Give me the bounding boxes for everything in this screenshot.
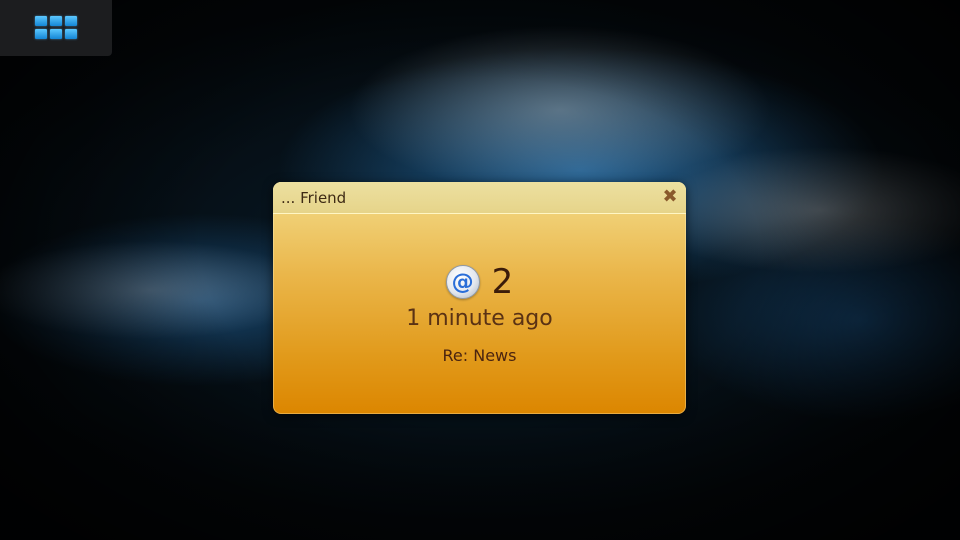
- grid-cell: [35, 16, 47, 26]
- notification-count-row: @ 2: [273, 262, 686, 302]
- grid-cell: [50, 29, 62, 39]
- message-subject: Re: News: [442, 346, 517, 365]
- task-switcher-button[interactable]: [0, 0, 112, 56]
- notification-title: ... Friend: [281, 189, 347, 207]
- notification-header: ... Friend ✖: [273, 182, 686, 214]
- grid-cell: [65, 29, 77, 39]
- notification-time: 1 minute ago: [406, 306, 553, 331]
- grid-cell: [50, 16, 62, 26]
- email-at-icon: @: [445, 265, 480, 299]
- desktop-background: ... Friend ✖ @ 2 1 minute ago Re: News: [0, 0, 960, 540]
- grid-cell: [35, 29, 47, 39]
- message-count: 2: [491, 262, 514, 302]
- grid-cell: [65, 16, 77, 26]
- email-notification-banner[interactable]: ... Friend ✖ @ 2 1 minute ago Re: News: [273, 182, 686, 414]
- task-switcher-grid-icon: [35, 16, 77, 40]
- close-icon[interactable]: ✖: [660, 187, 680, 207]
